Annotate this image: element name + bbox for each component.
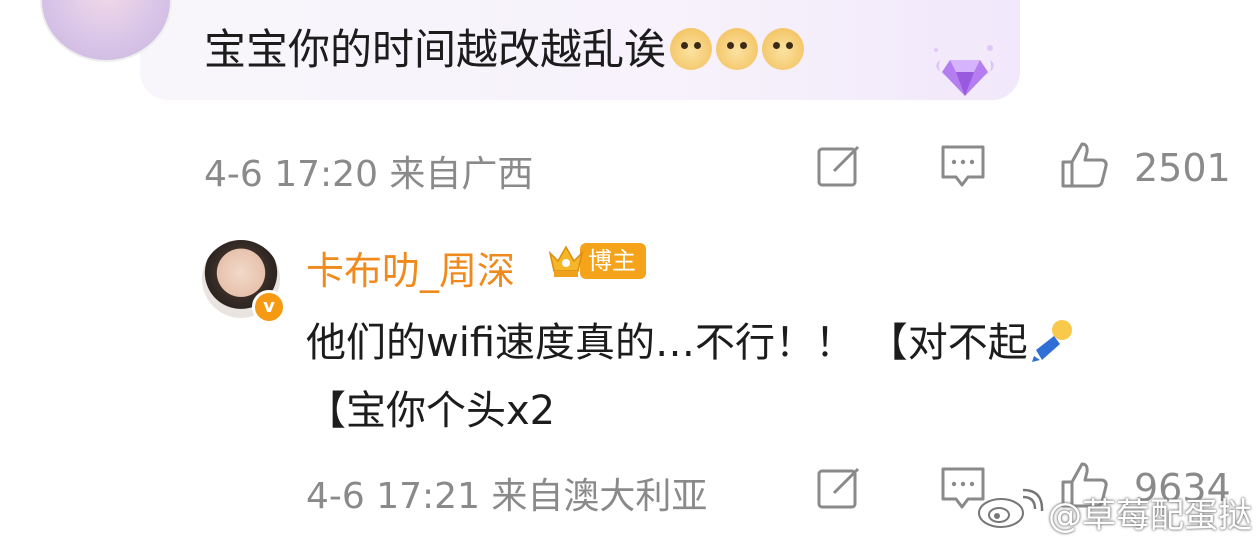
like-count: 2501 [1134, 146, 1231, 190]
doge-emoji [716, 28, 759, 70]
top-comment-meta: 4-6 17:20 来自广西 [204, 154, 534, 195]
reply-username[interactable]: 卡布叻_周深 [306, 240, 515, 295]
doge-emoji [670, 28, 713, 70]
reply-meta: 4-6 17:21 来自澳大利亚 [306, 476, 708, 517]
reply-text-line1: 他们的wifi速度真的…不行！！ 【对不起 [306, 320, 1028, 366]
diamond-badge-icon [934, 45, 994, 96]
blogger-badge: 博主 [546, 240, 646, 282]
doge-emoji [762, 28, 805, 70]
top-comment-text-row: 宝宝你的时间越改越乱诶 [204, 16, 805, 77]
reply-text-line1-row: 他们的wifi速度真的…不行！！ 【对不起 [306, 310, 1076, 368]
share-edit-icon[interactable] [816, 465, 862, 511]
bowing-person-emoji [1031, 320, 1072, 362]
comment-bubble-icon[interactable] [940, 143, 986, 189]
verified-badge: v [252, 290, 286, 324]
top-comment-text: 宝宝你的时间越改越乱诶 [204, 25, 667, 74]
blogger-label: 博主 [580, 243, 646, 279]
thumbs-up-icon[interactable] [1060, 140, 1110, 190]
share-edit-icon[interactable] [816, 143, 862, 189]
watermark-text: @草莓配蛋挞 [1048, 496, 1252, 536]
reply-text-line2: 【宝你个头x2 [306, 388, 556, 434]
crown-icon [548, 245, 584, 277]
weibo-logo-icon [978, 488, 1044, 528]
